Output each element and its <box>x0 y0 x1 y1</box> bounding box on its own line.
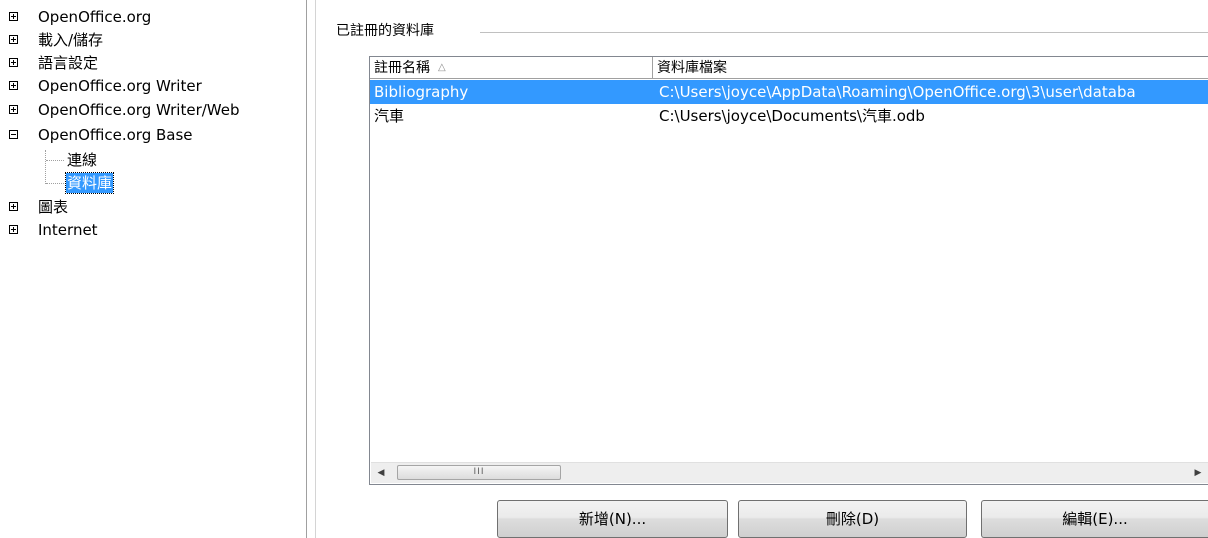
scrollbar-thumb[interactable]: III <box>397 465 561 480</box>
scroll-right-arrow-icon[interactable]: ▶ <box>1188 463 1208 483</box>
tree-item-label: 圖表 <box>38 198 69 216</box>
options-tree: OpenOffice.org 載入/儲存 語言設定 OpenOffice.org… <box>0 0 300 538</box>
collapse-icon[interactable] <box>9 130 18 139</box>
scrollbar-grip-icon: III <box>473 467 485 477</box>
edit-button[interactable]: 編輯(E)... <box>981 500 1208 538</box>
tree-item-label: 載入/儲存 <box>38 31 104 49</box>
tree-connector-line <box>46 183 64 184</box>
list-header: 註冊名稱 △ 資料庫檔案 <box>370 57 1208 79</box>
cell-file: C:\Users\joyce\AppData\Roaming\OpenOffic… <box>659 83 1136 101</box>
panel-divider <box>306 0 307 538</box>
tree-item-label: 連線 <box>67 151 98 169</box>
column-header-name[interactable]: 註冊名稱 △ <box>370 57 653 79</box>
panel-divider <box>315 0 316 538</box>
expand-icon[interactable] <box>9 81 18 90</box>
group-rule <box>480 32 1208 33</box>
sort-ascending-icon: △ <box>438 62 446 73</box>
cell-name: 汽車 <box>374 107 405 125</box>
tree-item-label: OpenOffice.org <box>38 8 152 26</box>
tree-connector-line <box>45 150 46 184</box>
options-dialog: OpenOffice.org 載入/儲存 語言設定 OpenOffice.org… <box>0 0 1208 538</box>
table-row[interactable]: 汽車 C:\Users\joyce\Documents\汽車.odb <box>370 104 1208 128</box>
column-header-label: 資料庫檔案 <box>657 60 727 76</box>
column-header-label: 註冊名稱 <box>374 60 430 76</box>
tree-item-label: Internet <box>38 221 98 239</box>
expand-icon[interactable] <box>9 225 18 234</box>
tree-item-label: OpenOffice.org Writer <box>38 77 202 95</box>
new-button[interactable]: 新增(N)... <box>497 500 728 538</box>
column-header-file[interactable]: 資料庫檔案 <box>653 57 1208 79</box>
horizontal-scrollbar[interactable]: ◀ III ▶ <box>371 462 1208 483</box>
delete-button[interactable]: 刪除(D) <box>738 500 967 538</box>
tree-item-label: 語言設定 <box>38 54 99 72</box>
tree-item-label: OpenOffice.org Base <box>38 126 193 144</box>
table-row[interactable]: Bibliography C:\Users\joyce\AppData\Roam… <box>370 80 1208 104</box>
registered-databases-list[interactable]: 註冊名稱 △ 資料庫檔案 Bibliography C:\Users\joyce\… <box>369 56 1208 485</box>
expand-icon[interactable] <box>9 105 18 114</box>
cell-name: Bibliography <box>374 83 469 101</box>
expand-icon[interactable] <box>9 12 18 21</box>
expand-icon[interactable] <box>9 35 18 44</box>
expand-icon[interactable] <box>9 58 18 67</box>
cell-file: C:\Users\joyce\Documents\汽車.odb <box>659 107 925 125</box>
expand-icon[interactable] <box>9 202 18 211</box>
tree-item-label: OpenOffice.org Writer/Web <box>38 101 240 119</box>
tree-item-label: 資料庫 <box>64 172 115 194</box>
scroll-left-arrow-icon[interactable]: ◀ <box>371 463 391 483</box>
group-title: 已註冊的資料庫 <box>336 20 440 42</box>
tree-connector-line <box>46 160 64 161</box>
